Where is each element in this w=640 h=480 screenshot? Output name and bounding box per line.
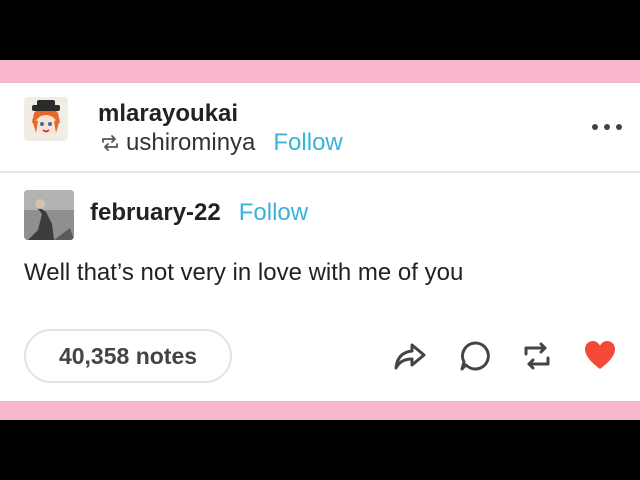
like-heart-icon[interactable]	[583, 339, 617, 373]
share-icon[interactable]	[393, 339, 427, 373]
author-username[interactable]: february-22	[90, 199, 221, 227]
reblogged-from-username[interactable]: ushirominya	[126, 129, 255, 157]
reblog-icon[interactable]	[520, 339, 554, 373]
follow-button-reblogged-from[interactable]: Follow	[273, 129, 342, 157]
reblogger-username[interactable]: mlarayoukai	[98, 100, 238, 128]
author-header: february-22 Follow	[90, 199, 308, 227]
post-divider	[0, 171, 640, 173]
author-avatar[interactable]	[24, 190, 74, 240]
post-card: mlarayoukai ushirominya Follow february-…	[0, 83, 640, 401]
notes-count-button[interactable]: 40,358 notes	[24, 329, 232, 383]
follow-button-author[interactable]: Follow	[239, 199, 308, 227]
bottom-pink-band	[0, 401, 640, 420]
reply-icon[interactable]	[458, 339, 492, 373]
top-pink-band	[0, 60, 640, 83]
reblog-source-line: ushirominya Follow	[100, 129, 343, 157]
post-body: Well that’s not very in love with me of …	[24, 259, 464, 286]
more-options-icon[interactable]	[590, 119, 624, 130]
reblogger-avatar[interactable]	[24, 97, 68, 141]
reblog-small-icon	[100, 135, 120, 151]
